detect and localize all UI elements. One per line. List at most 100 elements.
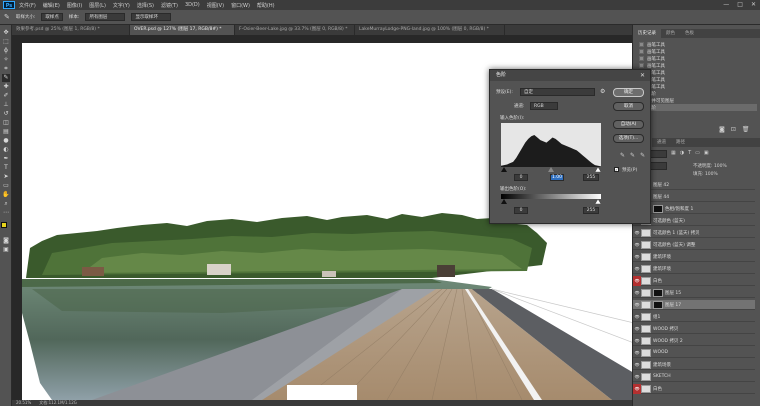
zoom-tool-icon[interactable]: ⌕: [2, 200, 10, 208]
visibility-eye-icon[interactable]: 👁: [633, 336, 641, 346]
menu-view[interactable]: 视图(V): [207, 2, 224, 9]
crop-tool-icon[interactable]: ⌗: [2, 65, 10, 73]
path-select-icon[interactable]: ➤: [2, 173, 10, 181]
zoom-level[interactable]: 20.51%: [16, 400, 31, 406]
history-item[interactable]: 画笔工具: [639, 55, 757, 62]
smart-filter-icon[interactable]: ▣: [704, 150, 709, 156]
eraser-tool-icon[interactable]: ◫: [2, 119, 10, 127]
visibility-eye-icon[interactable]: 👁: [633, 228, 641, 238]
visibility-eye-icon[interactable]: 👁: [633, 383, 641, 394]
layer-row[interactable]: 👁 WOOD 拷贝 2: [633, 336, 755, 346]
maximize-button[interactable]: □: [737, 1, 743, 8]
layer-row[interactable]: 👁图层 42: [633, 180, 755, 190]
visibility-eye-icon[interactable]: 👁: [633, 275, 641, 286]
layer-row[interactable]: 👁 可选颜色 (蓝天) 调整: [633, 240, 755, 250]
history-item-current[interactable]: 色阶: [639, 104, 757, 111]
opacity-field[interactable]: 不透明度: 100%: [693, 163, 727, 169]
output-white-slider[interactable]: [594, 199, 601, 204]
layer-mask-thumbnail[interactable]: [653, 288, 663, 297]
layer-row[interactable]: 👁 WOOD: [633, 348, 755, 358]
history-item[interactable]: 画笔工具: [639, 69, 757, 76]
channel-select[interactable]: RGB: [530, 102, 558, 110]
menu-help[interactable]: 帮助(H): [257, 2, 275, 9]
output-slider-track[interactable]: [501, 199, 601, 204]
visibility-eye-icon[interactable]: 👁: [633, 288, 641, 298]
visibility-eye-icon[interactable]: 👁: [633, 264, 641, 274]
snapshot-icon[interactable]: ◙: [719, 126, 725, 133]
visibility-eye-icon[interactable]: 👁: [633, 360, 641, 370]
more-tools-icon[interactable]: ⋯: [2, 209, 10, 217]
layer-mask-thumbnail[interactable]: [653, 204, 663, 213]
tab-paths[interactable]: 路径: [671, 138, 690, 147]
menu-type[interactable]: 文字(Y): [113, 2, 130, 9]
history-item[interactable]: 画笔工具: [639, 62, 757, 69]
layer-row[interactable]: 👁 白色: [633, 275, 755, 286]
input-white-field[interactable]: 255: [583, 174, 599, 181]
foreground-color-swatch[interactable]: [1, 222, 7, 228]
history-item[interactable]: 画笔工具: [639, 48, 757, 55]
layer-row[interactable]: 👁 可选颜色 1 (蓝天) 拷贝: [633, 228, 755, 238]
output-black-field[interactable]: 0: [514, 207, 528, 214]
menu-edit[interactable]: 编辑(E): [43, 2, 60, 9]
history-item[interactable]: 合并可见图层: [639, 97, 757, 104]
sample-select[interactable]: 所有图层: [85, 13, 126, 21]
gray-eyedropper-icon[interactable]: ✎: [630, 152, 635, 159]
layer-row[interactable]: 👁色相/饱和度 1: [633, 204, 755, 214]
tab-color[interactable]: 颜色: [661, 29, 680, 38]
black-eyedropper-icon[interactable]: ✎: [620, 152, 625, 159]
menu-file[interactable]: 文件(F): [19, 2, 36, 9]
menu-layer[interactable]: 图层(L): [89, 2, 106, 9]
layer-row[interactable]: 👁可选颜色 (蓝天): [633, 216, 755, 226]
input-black-slider[interactable]: [501, 167, 507, 172]
history-item[interactable]: 画笔工具: [639, 41, 757, 48]
eyedropper-tool-icon[interactable]: ✎: [4, 13, 10, 21]
white-eyedropper-icon[interactable]: ✎: [640, 152, 645, 159]
preset-gear-icon[interactable]: ⚙: [600, 88, 605, 95]
hand-tool-icon[interactable]: ✋: [2, 191, 10, 199]
eyedropper-icon[interactable]: ✎: [2, 74, 10, 82]
quick-select-tool-icon[interactable]: ✧: [2, 56, 10, 64]
menu-window[interactable]: 窗口(W): [231, 2, 250, 9]
visibility-eye-icon[interactable]: 👁: [633, 252, 641, 262]
tab-swatches[interactable]: 色板: [680, 29, 699, 38]
layer-row[interactable]: 👁 WOOD 拷贝: [633, 324, 755, 334]
output-white-field[interactable]: 255: [583, 207, 599, 214]
preset-select[interactable]: 自定: [520, 88, 595, 96]
close-window-button[interactable]: ✕: [751, 1, 756, 8]
layer-row[interactable]: 👁 组1: [633, 312, 755, 322]
pen-tool-icon[interactable]: ✒: [2, 155, 10, 163]
visibility-eye-icon[interactable]: 👁: [633, 348, 641, 358]
tab-document-4[interactable]: LakeMurrayLodge-PNG-land.jpg @ 100% (图层 …: [355, 25, 505, 35]
healing-brush-icon[interactable]: ✚: [2, 83, 10, 91]
visibility-eye-icon[interactable]: 👁: [633, 240, 641, 250]
input-gamma-slider[interactable]: [548, 167, 554, 172]
preview-checkbox[interactable]: ✓: [614, 167, 619, 172]
cancel-button[interactable]: 取消: [613, 102, 644, 111]
visibility-eye-icon[interactable]: 👁: [633, 300, 641, 310]
sample-size-select[interactable]: 取样点: [41, 13, 63, 21]
visibility-eye-icon[interactable]: 👁: [633, 372, 641, 382]
input-black-field[interactable]: 0: [514, 174, 528, 181]
input-gamma-field[interactable]: 1.00: [550, 174, 564, 181]
type-filter-icon[interactable]: T: [688, 150, 691, 156]
minimize-button[interactable]: —: [723, 1, 729, 8]
dodge-tool-icon[interactable]: ◐: [2, 146, 10, 154]
layer-row[interactable]: 👁 SKETCH: [633, 372, 755, 382]
blur-tool-icon[interactable]: ●: [2, 137, 10, 145]
layer-row[interactable]: 👁 建筑环境: [633, 264, 755, 274]
shape-tool-icon[interactable]: ▭: [2, 182, 10, 190]
menu-3d[interactable]: 3D(D): [185, 2, 200, 8]
history-item[interactable]: 画笔工具: [639, 83, 757, 90]
layer-row[interactable]: 👁 建筑场景: [633, 360, 755, 370]
history-item[interactable]: 色阶: [639, 90, 757, 97]
adjustment-filter-icon[interactable]: ◑: [680, 150, 684, 156]
visibility-eye-icon[interactable]: 👁: [633, 312, 641, 322]
close-icon[interactable]: ✕: [640, 70, 645, 81]
visibility-eye-icon[interactable]: 👁: [633, 324, 641, 334]
clone-stamp-icon[interactable]: ⊥: [2, 101, 10, 109]
screen-mode-icon[interactable]: ▣: [2, 246, 10, 254]
layer-row[interactable]: 👁 建筑环境: [633, 252, 755, 262]
layer-mask-thumbnail[interactable]: [653, 300, 663, 309]
show-sampling-ring-checkbox[interactable]: 显示取样环: [131, 13, 172, 21]
options-button[interactable]: 选项(T)...: [613, 134, 644, 143]
